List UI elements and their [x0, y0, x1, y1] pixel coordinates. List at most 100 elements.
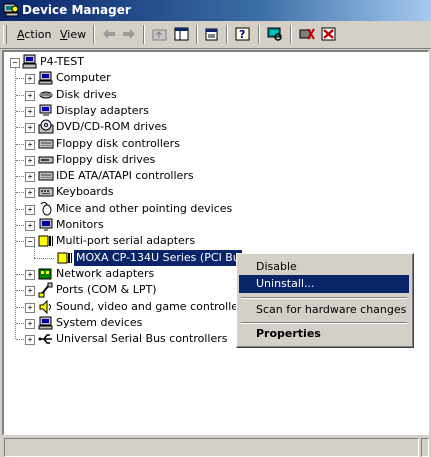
controller-icon — [38, 136, 54, 152]
controller-icon — [38, 168, 54, 184]
context-menu-disable[interactable]: Disable — [239, 258, 409, 276]
tree-item[interactable]: + Monitors — [8, 217, 268, 233]
menu-action[interactable]: Action — [17, 28, 51, 41]
expand-toggle[interactable]: + — [25, 302, 35, 313]
help-button[interactable]: ? — [233, 25, 253, 44]
tree-item[interactable]: + DVD/CD-ROM drives — [8, 119, 268, 135]
uninstall-button[interactable] — [297, 25, 317, 44]
expand-toggle[interactable]: + — [25, 286, 35, 297]
scan-icon — [267, 27, 282, 41]
back-icon — [103, 29, 115, 39]
tree-item[interactable]: − Multi-port serial adapters — [8, 233, 268, 249]
folder-up-icon — [152, 29, 167, 41]
expand-toggle[interactable]: + — [25, 123, 35, 134]
tree-item-label: Keyboards — [56, 185, 114, 199]
computer-icon — [22, 54, 38, 70]
computer-icon — [38, 70, 54, 86]
port-icon — [38, 282, 54, 298]
tree-item[interactable]: + Ports (COM & LPT) — [8, 282, 268, 298]
expand-toggle[interactable]: + — [25, 90, 35, 101]
context-menu-properties[interactable]: Properties — [239, 325, 409, 343]
properties-button[interactable] — [202, 25, 222, 44]
tree-item-label: Ports (COM & LPT) — [56, 283, 157, 297]
expand-toggle[interactable]: + — [25, 139, 35, 150]
tree-item-label: Mice and other pointing devices — [56, 201, 233, 215]
toolbar-separator — [93, 25, 95, 44]
disable-icon — [321, 27, 336, 41]
toolbar-separator — [258, 25, 260, 44]
properties-icon — [205, 28, 218, 41]
keyboard-icon — [38, 184, 54, 200]
expand-toggle[interactable]: + — [25, 204, 35, 215]
device-tree[interactable]: − P4-TEST + Computer + Disk drives + Display ad… — [2, 50, 429, 435]
tree-item[interactable]: + Disk drives — [8, 87, 268, 103]
expand-toggle[interactable]: + — [25, 172, 35, 183]
context-menu-separator — [241, 322, 407, 324]
tree-item[interactable]: + Floppy disk drives — [8, 152, 268, 168]
show-hide-tree-button[interactable] — [172, 25, 192, 44]
tree-item-label: DVD/CD-ROM drives — [56, 120, 167, 134]
tree-item[interactable]: + System devices — [8, 315, 268, 331]
back-button[interactable] — [99, 25, 119, 44]
context-menu-uninstall[interactable]: Uninstall... — [239, 275, 409, 293]
expand-toggle[interactable]: + — [25, 335, 35, 346]
expand-toggle[interactable]: + — [25, 188, 35, 199]
tree-child-item[interactable]: MOXA CP-134U Series (PCI Bu — [8, 245, 248, 266]
expand-toggle[interactable]: + — [25, 221, 35, 231]
tree-item[interactable]: + IDE ATA/ATAPI controllers — [8, 168, 268, 184]
tree-item[interactable]: + Keyboards — [8, 184, 268, 200]
window-title: Device Manager — [22, 3, 131, 17]
serial-icon — [38, 233, 54, 249]
uninstall-icon — [299, 28, 315, 40]
tree-item-label: Multi-port serial adapters — [56, 234, 196, 248]
help-icon: ? — [235, 27, 250, 41]
expand-toggle[interactable]: + — [25, 106, 35, 117]
display-icon — [38, 103, 54, 119]
toolbar-separator — [143, 25, 145, 44]
up-button[interactable] — [150, 25, 170, 44]
sound-icon — [38, 299, 54, 315]
toolbar-separator — [226, 25, 228, 44]
serial-adapter-icon — [57, 250, 73, 266]
tree-item[interactable]: + Sound, video and game controllers — [8, 299, 268, 315]
device-manager-icon — [3, 3, 19, 21]
menu-action-label: Action — [17, 28, 52, 41]
context-menu-scan-hardware[interactable]: Scan for hardware changes — [239, 301, 409, 319]
scan-hardware-button[interactable] — [265, 25, 285, 44]
tree-item-label: Monitors — [56, 218, 104, 231]
tree-item[interactable]: + Mice and other pointing devices — [8, 201, 268, 217]
mouse-icon — [38, 201, 54, 217]
status-pane-right — [421, 438, 429, 457]
disk-icon — [38, 87, 54, 103]
status-pane — [4, 438, 419, 457]
tree-view-icon — [174, 27, 189, 41]
tree-child-label: MOXA CP-134U Series (PCI Bu — [74, 249, 242, 266]
expand-toggle[interactable]: + — [25, 74, 35, 85]
tree-item-label: Display adapters — [56, 103, 149, 117]
toolbar-grip[interactable] — [3, 25, 7, 44]
expand-toggle[interactable]: + — [25, 318, 35, 329]
floppy-icon — [38, 152, 54, 168]
tree-root[interactable]: − P4-TEST — [8, 54, 208, 70]
menu-toolbar: Action View ? — [0, 21, 431, 49]
tree-item-label: Sound, video and game controllers — [56, 299, 249, 313]
monitor-icon — [38, 217, 54, 233]
forward-button[interactable] — [119, 25, 139, 44]
expand-toggle[interactable]: + — [25, 269, 35, 280]
tree-item[interactable]: + Computer — [8, 70, 268, 86]
title-bar[interactable]: Device Manager — [0, 0, 431, 21]
disable-button[interactable] — [319, 25, 339, 44]
expand-toggle[interactable]: + — [25, 155, 35, 166]
tree-item[interactable]: + Display adapters — [8, 103, 268, 119]
tree-item[interactable]: + Universal Serial Bus controllers — [8, 331, 268, 347]
menu-view[interactable]: View — [60, 28, 86, 41]
toolbar-separator — [196, 25, 198, 44]
tree-item[interactable]: + Floppy disk controllers — [8, 136, 268, 152]
status-bar — [0, 436, 431, 457]
forward-icon — [123, 29, 135, 39]
tree-item-label: Disk drives — [56, 87, 117, 101]
tree-item[interactable]: + Network adapters — [8, 266, 268, 282]
context-menu-separator — [241, 297, 407, 299]
tree-item-label: IDE ATA/ATAPI controllers — [56, 169, 194, 183]
tree-guide-line — [34, 257, 54, 260]
